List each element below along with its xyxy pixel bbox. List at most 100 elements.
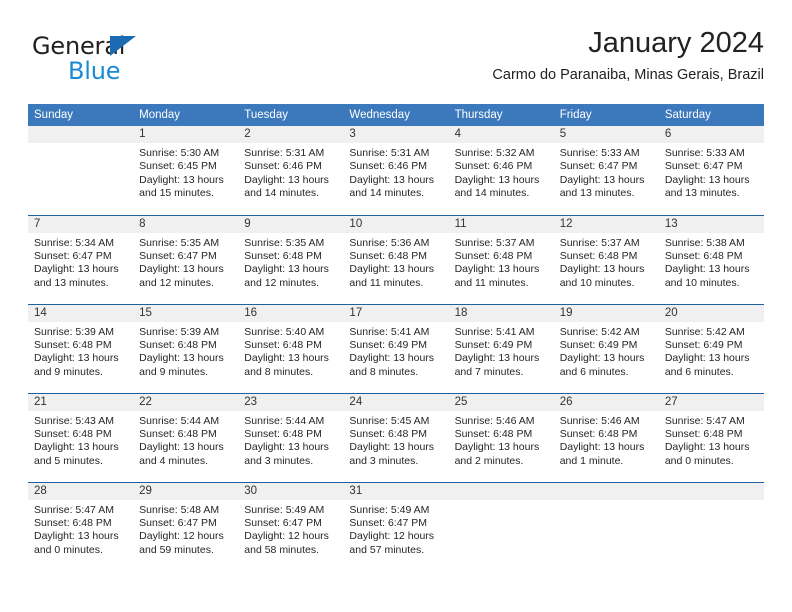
- sunset-text: Sunset: 6:49 PM: [664, 338, 743, 351]
- sunset-text: Sunset: 6:48 PM: [349, 427, 428, 440]
- calendar-day-cell[interactable]: 12 Sunrise: 5:37 AM Sunset: 6:48 PM Dayligh…: [553, 215, 659, 305]
- day-details: Sunrise: 5:40 AM Sunset: 6:48 PM Daylight:…: [238, 322, 343, 380]
- calendar-day-cell[interactable]: 14 Sunrise: 5:39 AM Sunset: 6:48 PM Dayligh…: [28, 304, 134, 394]
- sunrise-text: Sunrise: 5:44 AM: [139, 414, 220, 427]
- calendar-day-cell[interactable]: 15 Sunrise: 5:39 AM Sunset: 6:48 PM Dayligh…: [133, 304, 239, 394]
- day-details: Sunrise: 5:34 AM Sunset: 6:47 PM Daylight:…: [28, 233, 133, 291]
- daylight-text-line1: Daylight: 12 hours: [349, 530, 435, 543]
- sunset-text: Sunset: 6:48 PM: [349, 249, 428, 262]
- calendar-day-cell[interactable]: 31 Sunrise: 5:49 AM Sunset: 6:47 PM Dayligh…: [343, 482, 449, 571]
- daylight-text-line1: Daylight: 13 hours: [34, 441, 119, 454]
- sunset-text: Sunset: 6:47 PM: [139, 249, 217, 262]
- calendar-day-cell[interactable]: 4 Sunrise: 5:32 AM Sunset: 6:46 PM Daylight…: [448, 126, 554, 216]
- daylight-text-line2: and 14 minutes.: [244, 187, 319, 200]
- day-number: [28, 126, 134, 143]
- day-number: 1: [133, 126, 239, 143]
- day-number: 14: [28, 304, 134, 322]
- page-subtitle: Carmo do Paranaiba, Minas Gerais, Brazil: [492, 67, 764, 83]
- sunset-text: Sunset: 6:48 PM: [34, 516, 112, 529]
- calendar-day-cell[interactable]: 7 Sunrise: 5:34 AM Sunset: 6:47 PM Daylight…: [28, 215, 134, 305]
- calendar-day-cell[interactable]: 18 Sunrise: 5:41 AM Sunset: 6:49 PM Dayligh…: [448, 304, 554, 394]
- day-details: Sunrise: 5:35 AM Sunset: 6:48 PM Daylight:…: [238, 233, 343, 291]
- sunrise-text: Sunrise: 5:41 AM: [454, 325, 535, 338]
- calendar-week-row: 28 Sunrise: 5:47 AM Sunset: 6:48 PM Dayligh…: [28, 482, 764, 571]
- day-details: Sunrise: 5:39 AM Sunset: 6:48 PM Daylight:…: [28, 322, 133, 380]
- day-details: Sunrise: 5:36 AM Sunset: 6:48 PM Daylight:…: [343, 233, 448, 291]
- calendar-day-cell[interactable]: 22 Sunrise: 5:44 AM Sunset: 6:48 PM Dayligh…: [133, 393, 239, 483]
- sunrise-text: Sunrise: 5:42 AM: [664, 325, 745, 338]
- sunset-text: Sunset: 6:48 PM: [139, 338, 217, 351]
- general-blue-logo[interactable]: General Blue: [32, 32, 252, 90]
- daylight-text-line2: and 6 minutes.: [664, 365, 734, 378]
- daylight-text-line2: and 14 minutes.: [349, 187, 425, 200]
- daylight-text-line2: and 57 minutes.: [349, 543, 425, 556]
- daylight-text-line1: Daylight: 13 hours: [244, 441, 329, 454]
- calendar-day-cell[interactable]: 10 Sunrise: 5:36 AM Sunset: 6:48 PM Dayligh…: [343, 215, 449, 305]
- calendar-day-cell[interactable]: 23 Sunrise: 5:44 AM Sunset: 6:48 PM Dayligh…: [238, 393, 344, 483]
- daylight-text-line2: and 3 minutes.: [349, 454, 419, 467]
- calendar-day-cell[interactable]: 6 Sunrise: 5:33 AM Sunset: 6:47 PM Daylight…: [658, 126, 764, 216]
- daylight-text-line2: and 13 minutes.: [664, 187, 740, 200]
- calendar-week-row: 1 Sunrise: 5:30 AM Sunset: 6:45 PM Daylight…: [28, 126, 764, 216]
- daylight-text-line2: and 9 minutes.: [139, 365, 209, 378]
- sunrise-text: Sunrise: 5:34 AM: [34, 236, 114, 249]
- day-details: Sunrise: 5:39 AM Sunset: 6:48 PM Daylight:…: [133, 322, 238, 380]
- sunset-text: Sunset: 6:47 PM: [559, 160, 638, 173]
- calendar-day-cell[interactable]: 27 Sunrise: 5:47 AM Sunset: 6:48 PM Dayligh…: [658, 393, 764, 483]
- calendar-day-cell[interactable]: 28 Sunrise: 5:47 AM Sunset: 6:48 PM Dayligh…: [28, 482, 134, 571]
- day-details: Sunrise: 5:38 AM Sunset: 6:48 PM Daylight:…: [659, 233, 764, 291]
- calendar-day-cell[interactable]: 3 Sunrise: 5:31 AM Sunset: 6:46 PM Daylight…: [343, 126, 449, 216]
- calendar-day-cell[interactable]: 29 Sunrise: 5:48 AM Sunset: 6:47 PM Dayligh…: [133, 482, 239, 571]
- day-details: Sunrise: 5:44 AM Sunset: 6:48 PM Daylight:…: [133, 411, 238, 469]
- sunset-text: Sunset: 6:48 PM: [454, 427, 533, 440]
- daylight-text-line2: and 6 minutes.: [559, 365, 629, 378]
- day-number: 29: [133, 482, 239, 500]
- calendar-day-cell[interactable]: 5 Sunrise: 5:33 AM Sunset: 6:47 PM Daylight…: [553, 126, 659, 216]
- calendar-day-cell[interactable]: 1 Sunrise: 5:30 AM Sunset: 6:45 PM Daylight…: [133, 126, 239, 216]
- weekday-header-monday: Monday: [133, 104, 239, 126]
- calendar-day-cell[interactable]: 17 Sunrise: 5:41 AM Sunset: 6:49 PM Dayligh…: [343, 304, 449, 394]
- sunset-text: Sunset: 6:48 PM: [34, 338, 112, 351]
- calendar-day-cell[interactable]: 25 Sunrise: 5:46 AM Sunset: 6:48 PM Dayligh…: [448, 393, 554, 483]
- day-details: Sunrise: 5:37 AM Sunset: 6:48 PM Daylight:…: [554, 233, 659, 291]
- daylight-text-line1: Daylight: 13 hours: [244, 173, 329, 186]
- day-details: Sunrise: 5:30 AM Sunset: 6:45 PM Daylight:…: [133, 143, 238, 201]
- calendar-grid: Sunday Monday Tuesday Wednesday Thursday…: [28, 104, 764, 571]
- calendar-day-cell[interactable]: 19 Sunrise: 5:42 AM Sunset: 6:49 PM Dayligh…: [553, 304, 659, 394]
- calendar-day-cell[interactable]: 11 Sunrise: 5:37 AM Sunset: 6:48 PM Dayligh…: [448, 215, 554, 305]
- calendar-day-cell[interactable]: 21 Sunrise: 5:43 AM Sunset: 6:48 PM Dayligh…: [28, 393, 134, 483]
- logo-text-blue: Blue: [68, 57, 121, 85]
- day-details: Sunrise: 5:47 AM Sunset: 6:48 PM Daylight:…: [28, 500, 133, 558]
- calendar-day-cell-empty: [448, 482, 554, 571]
- calendar-day-cell[interactable]: 2 Sunrise: 5:31 AM Sunset: 6:46 PM Daylight…: [238, 126, 344, 216]
- calendar-day-cell[interactable]: 16 Sunrise: 5:40 AM Sunset: 6:48 PM Dayligh…: [238, 304, 344, 394]
- daylight-text-line2: and 0 minutes.: [34, 543, 103, 556]
- calendar-day-cell-empty: [28, 126, 134, 216]
- day-number: 27: [658, 393, 764, 411]
- sunrise-text: Sunrise: 5:49 AM: [244, 503, 325, 516]
- daylight-text-line1: Daylight: 12 hours: [244, 530, 329, 543]
- calendar-day-cell[interactable]: 8 Sunrise: 5:35 AM Sunset: 6:47 PM Daylight…: [133, 215, 239, 305]
- day-details: Sunrise: 5:41 AM Sunset: 6:49 PM Daylight:…: [449, 322, 554, 380]
- calendar-day-cell[interactable]: 20 Sunrise: 5:42 AM Sunset: 6:49 PM Dayligh…: [658, 304, 764, 394]
- day-number: 18: [448, 304, 554, 322]
- calendar-day-cell[interactable]: 13 Sunrise: 5:38 AM Sunset: 6:48 PM Dayligh…: [658, 215, 764, 305]
- daylight-text-line2: and 10 minutes.: [664, 276, 740, 289]
- daylight-text-line2: and 12 minutes.: [244, 276, 319, 289]
- weekday-header-row: Sunday Monday Tuesday Wednesday Thursday…: [28, 104, 764, 126]
- calendar-day-cell[interactable]: 26 Sunrise: 5:46 AM Sunset: 6:48 PM Dayligh…: [553, 393, 659, 483]
- day-details: Sunrise: 5:33 AM Sunset: 6:47 PM Daylight:…: [554, 143, 659, 201]
- sunrise-text: Sunrise: 5:30 AM: [139, 147, 220, 159]
- sunrise-text: Sunrise: 5:44 AM: [244, 414, 325, 427]
- calendar-day-cell[interactable]: 9 Sunrise: 5:35 AM Sunset: 6:48 PM Daylight…: [238, 215, 344, 305]
- sunset-text: Sunset: 6:48 PM: [454, 249, 533, 262]
- sunset-text: Sunset: 6:46 PM: [454, 160, 533, 173]
- calendar-body: 1 Sunrise: 5:30 AM Sunset: 6:45 PM Daylight…: [28, 126, 764, 571]
- weekday-header-thursday: Thursday: [448, 104, 554, 126]
- calendar-day-cell[interactable]: 24 Sunrise: 5:45 AM Sunset: 6:48 PM Dayligh…: [343, 393, 449, 483]
- calendar-day-cell[interactable]: 30 Sunrise: 5:49 AM Sunset: 6:47 PM Dayligh…: [238, 482, 344, 571]
- daylight-text-line1: Daylight: 13 hours: [139, 441, 224, 454]
- day-number: 9: [238, 215, 344, 233]
- day-details: Sunrise: 5:42 AM Sunset: 6:49 PM Daylight:…: [554, 322, 659, 380]
- sunrise-text: Sunrise: 5:42 AM: [559, 325, 640, 338]
